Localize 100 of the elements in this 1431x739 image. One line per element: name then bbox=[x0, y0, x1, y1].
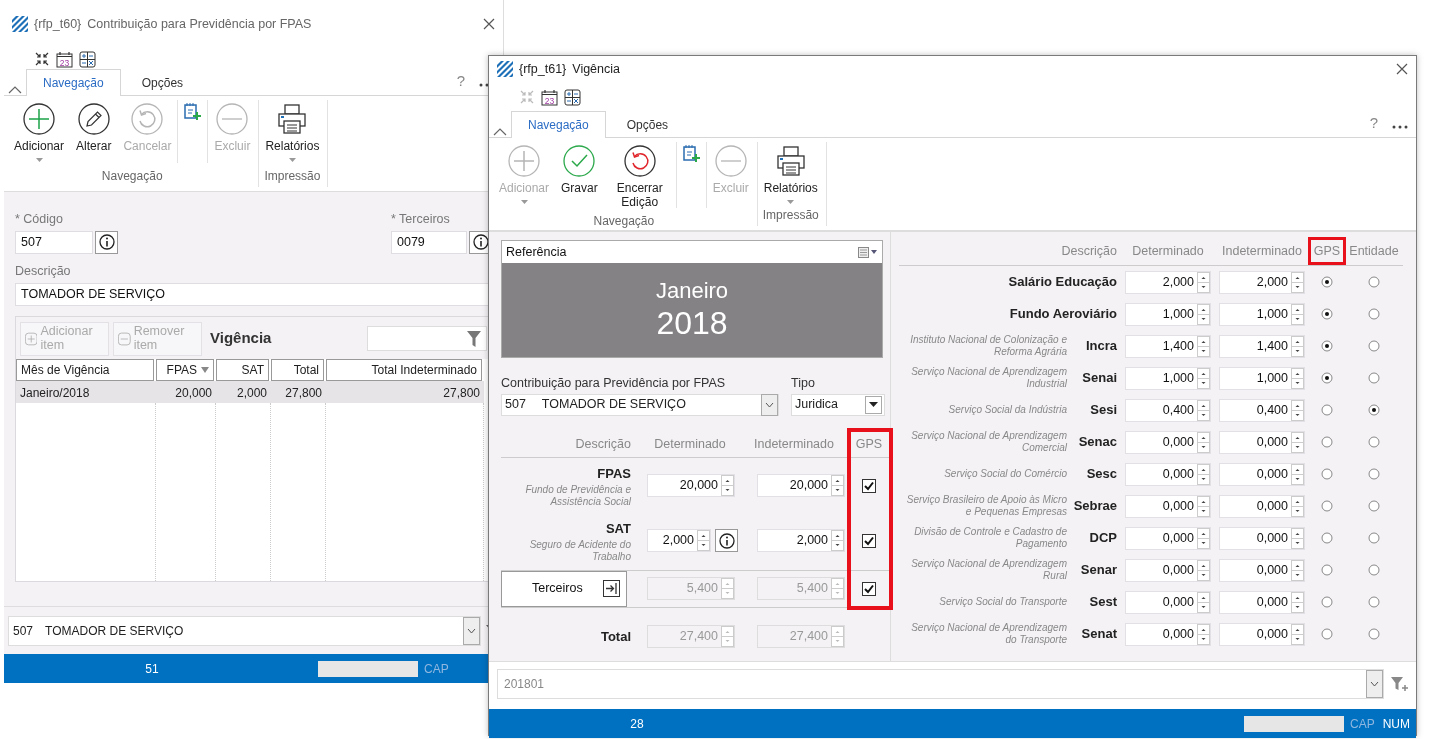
number-field[interactable]: 2,000 bbox=[1219, 270, 1305, 294]
spin-buttons[interactable] bbox=[1291, 303, 1304, 325]
select-field[interactable]: Juridica bbox=[791, 393, 885, 416]
radio-button[interactable] bbox=[1368, 596, 1380, 608]
number-field[interactable]: 0,400 bbox=[1125, 398, 1211, 422]
number-field[interactable]: 2,000 bbox=[647, 529, 711, 553]
radio-button[interactable] bbox=[1321, 372, 1333, 384]
number-field[interactable]: 1,000 bbox=[1219, 366, 1305, 390]
more-icon[interactable] bbox=[1392, 125, 1408, 129]
column-header[interactable]: Total Indeterminado bbox=[326, 358, 482, 381]
radio-button[interactable] bbox=[1321, 628, 1333, 640]
spin-buttons[interactable] bbox=[1197, 495, 1210, 517]
close-icon[interactable] bbox=[483, 18, 495, 30]
number-field[interactable]: 2,000 bbox=[757, 529, 845, 553]
number-field[interactable]: 0,000 bbox=[1125, 622, 1211, 646]
spin-buttons[interactable] bbox=[1197, 527, 1210, 549]
spin-buttons[interactable] bbox=[1291, 559, 1304, 581]
radio-button[interactable] bbox=[1321, 468, 1333, 480]
combo-box[interactable]: 201801 bbox=[497, 668, 1384, 699]
spin-buttons[interactable] bbox=[1197, 303, 1210, 325]
number-field[interactable]: 0,000 bbox=[1125, 494, 1211, 518]
spin-buttons[interactable] bbox=[1291, 463, 1304, 485]
number-field[interactable]: 1,000 bbox=[1219, 302, 1305, 326]
spin-buttons[interactable] bbox=[1197, 367, 1210, 389]
number-field[interactable]: 0,000 bbox=[1219, 494, 1305, 518]
info-button[interactable] bbox=[95, 230, 118, 254]
chevron-down-icon[interactable] bbox=[1370, 680, 1379, 687]
radio-button[interactable] bbox=[1368, 500, 1380, 512]
radio-button[interactable] bbox=[1321, 500, 1333, 512]
spin-buttons[interactable] bbox=[1291, 527, 1304, 549]
column-header[interactable]: FPAS bbox=[156, 358, 214, 381]
spin-buttons[interactable] bbox=[1197, 591, 1210, 613]
chevron-down-icon[interactable] bbox=[467, 627, 476, 634]
calculator-icon[interactable] bbox=[564, 88, 581, 106]
spin-buttons[interactable] bbox=[1291, 399, 1304, 421]
spin-buttons[interactable] bbox=[1197, 335, 1210, 357]
radio-button[interactable] bbox=[1321, 340, 1333, 352]
chevron-down-icon[interactable] bbox=[765, 401, 774, 408]
number-field[interactable]: 2,000 bbox=[1125, 270, 1211, 294]
tab[interactable]: Navegação bbox=[511, 111, 606, 138]
collapse-ribbon-icon[interactable] bbox=[8, 85, 22, 95]
number-field[interactable]: 0,000 bbox=[1219, 462, 1305, 486]
terceiros-button[interactable]: Terceiros bbox=[501, 570, 627, 607]
add-button[interactable]: Adicionar bbox=[8, 100, 71, 167]
spin-buttons[interactable] bbox=[1197, 431, 1210, 453]
close-icon[interactable] bbox=[1396, 63, 1408, 75]
number-field[interactable]: 0,000 bbox=[1125, 526, 1211, 550]
number-field[interactable]: 0,000 bbox=[1125, 462, 1211, 486]
spin-buttons[interactable] bbox=[1291, 495, 1304, 517]
spin-buttons[interactable] bbox=[1291, 271, 1304, 293]
number-field[interactable]: 0,000 bbox=[1219, 590, 1305, 614]
clipboard-add-icon[interactable] bbox=[183, 102, 203, 121]
checkbox[interactable] bbox=[862, 478, 876, 493]
radio-button[interactable] bbox=[1368, 564, 1380, 576]
radio-button[interactable] bbox=[1321, 276, 1333, 288]
undo-button[interactable]: Encerrar Edição bbox=[603, 142, 676, 212]
collapse-ribbon-icon[interactable] bbox=[493, 127, 507, 137]
radio-button[interactable] bbox=[1368, 436, 1380, 448]
radio-button[interactable] bbox=[1321, 532, 1333, 544]
filter-add-icon[interactable] bbox=[1390, 675, 1408, 692]
spin-buttons[interactable] bbox=[697, 530, 710, 552]
spin-buttons[interactable] bbox=[1197, 559, 1210, 581]
radio-button[interactable] bbox=[1368, 276, 1380, 288]
checkbox[interactable] bbox=[862, 581, 876, 596]
number-field[interactable]: 1,400 bbox=[1125, 334, 1211, 358]
spin-buttons[interactable] bbox=[1291, 335, 1304, 357]
number-field[interactable]: 0,000 bbox=[1219, 622, 1305, 646]
calculator-icon[interactable] bbox=[79, 50, 96, 68]
spin-buttons[interactable] bbox=[831, 530, 844, 552]
clipboard-add-icon[interactable] bbox=[681, 144, 701, 163]
radio-button[interactable] bbox=[1321, 404, 1333, 416]
month-display[interactable]: Janeiro 2018 bbox=[502, 263, 882, 357]
radio-button[interactable] bbox=[1368, 340, 1380, 352]
radio-button[interactable] bbox=[1321, 564, 1333, 576]
info-button[interactable] bbox=[715, 529, 738, 553]
number-field[interactable]: 0,000 bbox=[1125, 590, 1211, 614]
radio-button[interactable] bbox=[1368, 532, 1380, 544]
calendar-icon[interactable]: 23 bbox=[56, 50, 73, 68]
spin-buttons[interactable] bbox=[831, 475, 844, 497]
dropdown-arrow-icon[interactable] bbox=[869, 402, 878, 408]
print-button[interactable]: Relatórios bbox=[259, 100, 326, 167]
number-field[interactable]: 0,000 bbox=[1219, 526, 1305, 550]
calendar-icon[interactable]: 23 bbox=[541, 88, 558, 106]
spin-buttons[interactable] bbox=[721, 475, 734, 497]
radio-button[interactable] bbox=[1368, 628, 1380, 640]
save-button[interactable]: Gravar bbox=[555, 142, 604, 212]
number-field[interactable]: 0,000 bbox=[1125, 558, 1211, 582]
radio-button[interactable] bbox=[1368, 404, 1380, 416]
print-button[interactable]: Relatórios bbox=[757, 142, 824, 206]
spin-buttons[interactable] bbox=[1291, 591, 1304, 613]
checkbox[interactable] bbox=[862, 533, 876, 548]
spin-buttons[interactable] bbox=[1291, 623, 1304, 645]
calendar-dropdown-icon[interactable] bbox=[858, 246, 878, 258]
radio-button[interactable] bbox=[1368, 372, 1380, 384]
text-field[interactable]: 0079 bbox=[391, 230, 467, 254]
spin-buttons[interactable] bbox=[1197, 271, 1210, 293]
help-icon[interactable]: ? bbox=[1369, 111, 1378, 134]
number-field[interactable]: 20,000 bbox=[647, 474, 735, 498]
spin-buttons[interactable] bbox=[1291, 431, 1304, 453]
number-field[interactable]: 0,400 bbox=[1219, 398, 1305, 422]
